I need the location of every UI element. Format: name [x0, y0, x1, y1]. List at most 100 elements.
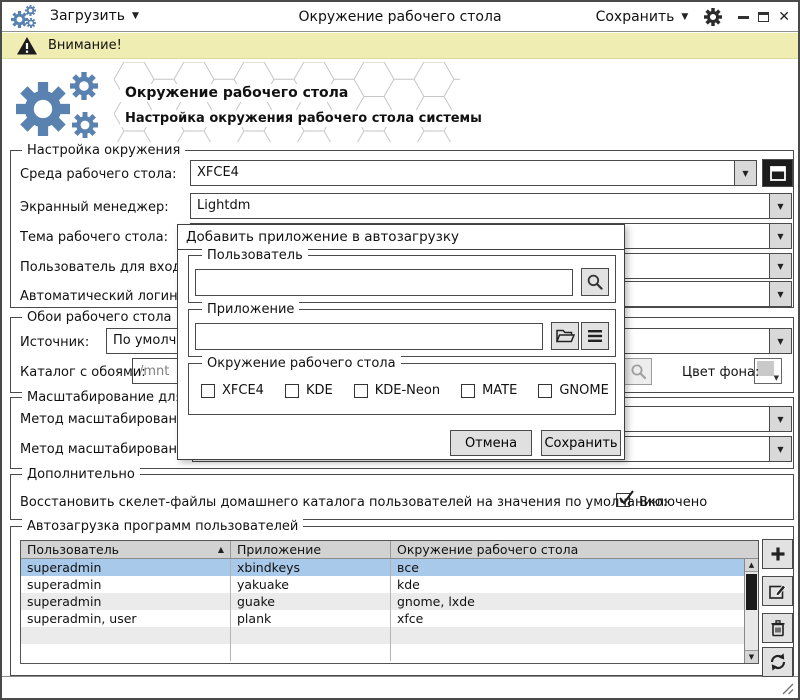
settings-gear-icon[interactable] — [704, 8, 722, 26]
env-option-mate[interactable]: MATE — [461, 383, 517, 398]
dialog-user-search-button[interactable] — [581, 268, 609, 296]
desktop-env-combobox[interactable]: XFCE4 ▼ — [190, 160, 757, 186]
titlebar: Загрузить ▼ Окружение рабочего стола Сох… — [2, 2, 798, 32]
dialog-cancel-button[interactable]: Отмена — [450, 430, 532, 456]
app-gears-icon — [11, 5, 39, 30]
cell-app: plank — [231, 610, 391, 627]
checkbox-unchecked[interactable] — [354, 384, 368, 398]
scroll-up-icon[interactable]: ▲ — [745, 559, 758, 572]
cell-user — [21, 644, 231, 661]
chevron-down-icon: ▼ — [681, 12, 688, 22]
table-row[interactable]: superadmin, userplankxfce — [21, 610, 744, 627]
dialog-user-input[interactable] — [195, 269, 573, 296]
column-header-app[interactable]: Приложение — [231, 541, 391, 558]
chevron-down-icon[interactable]: ▼ — [769, 407, 791, 431]
dialog-env-legend: Окружение рабочего стола — [202, 356, 401, 371]
autostart-table-body: superadminxbindkeysвсеsuperadminyakuakek… — [21, 559, 744, 663]
table-row-empty[interactable] — [21, 644, 744, 661]
checkbox-unchecked[interactable] — [201, 384, 215, 398]
env-option-label: KDE-Neon — [375, 383, 440, 398]
chevron-down-icon: ▼ — [132, 11, 139, 21]
dialog-app-list-button[interactable] — [581, 322, 609, 350]
add-autostart-dialog: Добавить приложение в автозагрузку Польз… — [177, 224, 625, 460]
dialog-save-button[interactable]: Сохранить — [541, 430, 621, 456]
env-option-label: KDE — [306, 383, 333, 398]
wallpaper-source-label: Источник: — [20, 335, 89, 350]
checkmark-icon — [616, 488, 636, 508]
chevron-down-icon[interactable]: ▼ — [769, 254, 791, 278]
cell-env — [391, 644, 744, 661]
table-scrollbar[interactable]: ▲ ▼ — [744, 559, 758, 663]
search-icon — [586, 273, 604, 291]
env-option-kde-neon[interactable]: KDE-Neon — [354, 383, 440, 398]
env-option-gnome[interactable]: GNOME — [538, 383, 608, 398]
resize-grip-icon[interactable] — [781, 682, 794, 695]
cell-env: xfce — [391, 610, 744, 627]
edit-pencil-icon — [768, 582, 787, 601]
scrollbar-thumb[interactable] — [746, 574, 757, 610]
cell-env: все — [391, 559, 744, 576]
chevron-down-icon[interactable]: ▼ — [769, 194, 791, 218]
page-subtitle: Настройка окружения рабочего стола систе… — [120, 110, 487, 127]
bg-color-label: Цвет фона: — [682, 365, 759, 380]
dialog-app-input[interactable] — [195, 323, 543, 350]
chevron-down-icon[interactable]: ▼ — [769, 329, 791, 353]
hexagon-pattern — [114, 62, 460, 142]
menu-list-icon — [587, 329, 603, 343]
color-swatch — [757, 361, 774, 376]
scaling-method2-label: Метод масштабирования — [20, 442, 193, 457]
env-option-label: MATE — [482, 383, 517, 398]
env-option-xfce4[interactable]: XFCE4 — [201, 383, 264, 398]
load-menu-button[interactable]: Загрузить ▼ — [50, 8, 139, 24]
cell-app: guake — [231, 593, 391, 610]
cell-user: superadmin — [21, 593, 231, 610]
add-row-button[interactable] — [762, 539, 793, 569]
table-row[interactable]: superadminxbindkeysвсе — [21, 559, 744, 576]
column-header-user[interactable]: Пользователь ▲ — [21, 541, 231, 558]
close-icon[interactable]: ✕ — [778, 10, 790, 24]
cell-user: superadmin — [21, 559, 231, 576]
dialog-app-legend: Приложение — [202, 302, 299, 317]
checkbox-unchecked[interactable] — [285, 384, 299, 398]
search-icon — [630, 363, 647, 380]
wallpaper-dir-search-button[interactable] — [624, 358, 652, 385]
display-manager-combobox[interactable]: Lightdm ▼ — [190, 193, 792, 219]
env-option-kde[interactable]: KDE — [285, 383, 333, 398]
install-package-button[interactable] — [762, 159, 793, 187]
chevron-down-icon[interactable]: ▼ — [769, 224, 791, 248]
table-row[interactable]: superadminguakegnome, lxde — [21, 593, 744, 610]
scroll-down-icon[interactable]: ▼ — [745, 650, 758, 663]
env-option-label: XFCE4 — [222, 383, 264, 398]
dialog-app-browse-button[interactable] — [551, 322, 579, 350]
env-options: XFCE4 KDE KDE-Neon MATE GNOME — [201, 383, 609, 398]
edit-row-button[interactable] — [762, 576, 793, 606]
delete-row-button[interactable] — [762, 613, 793, 643]
save-menu-button[interactable]: Сохранить ▼ — [596, 9, 689, 25]
warning-text: Внимание! — [48, 38, 122, 53]
checkbox-unchecked[interactable] — [461, 384, 475, 398]
cell-app — [231, 644, 391, 661]
env-legend: Настройка окружения — [22, 143, 185, 158]
trash-icon — [769, 619, 787, 638]
minimize-icon[interactable] — [738, 16, 749, 19]
autostart-legend: Автозагрузка программ пользователей — [22, 519, 303, 534]
chevron-down-icon[interactable]: ▼ — [769, 282, 791, 306]
table-header-row: Пользователь ▲ Приложение Окружение рабо… — [21, 541, 758, 559]
chevron-down-icon[interactable]: ▼ — [734, 161, 756, 185]
chevron-down-icon[interactable]: ▼ — [769, 437, 791, 461]
desktop-theme-label: Тема рабочего стола: — [20, 230, 168, 245]
refresh-button[interactable] — [762, 647, 793, 677]
table-row-empty[interactable] — [21, 627, 744, 644]
restore-skel-label: Восстановить скелет-файлы домашнего ката… — [20, 495, 667, 510]
page-title: Окружение рабочего стола — [120, 84, 353, 102]
window-title: Окружение рабочего стола — [152, 9, 648, 25]
maximize-icon[interactable] — [758, 12, 769, 22]
dialog-title: Добавить приложение в автозагрузку — [178, 225, 624, 250]
warning-triangle-icon — [16, 36, 38, 56]
column-header-env[interactable]: Окружение рабочего стола — [391, 541, 758, 558]
checkbox-unchecked[interactable] — [538, 384, 552, 398]
cell-app: yakuake — [231, 576, 391, 593]
table-row[interactable]: superadminyakuakekde — [21, 576, 744, 593]
additional-legend: Дополнительно — [22, 467, 140, 482]
app-window: Загрузить ▼ Окружение рабочего стола Сох… — [0, 0, 800, 700]
